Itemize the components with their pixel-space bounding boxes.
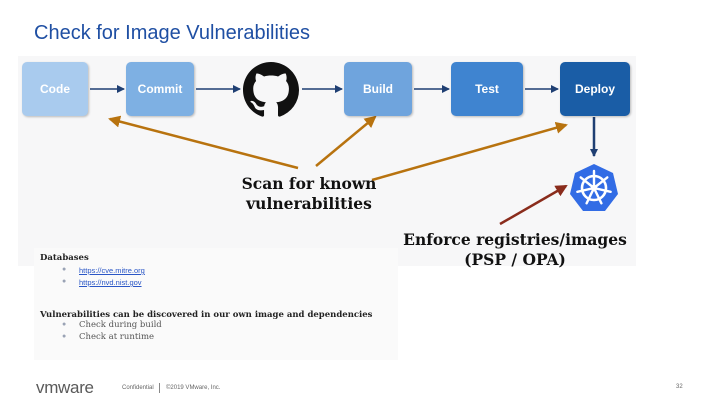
enforce-callout-line2: (PSP / OPA): [464, 250, 566, 269]
enforce-callout-line1: Enforce registries/images: [403, 230, 627, 249]
bullet-icon: ●: [62, 278, 67, 285]
enforce-callout: Enforce registries/images (PSP / OPA): [393, 230, 637, 270]
copyright-text: ©2019 VMware, Inc.: [166, 385, 221, 391]
scan-arrow-deploy: [371, 121, 568, 182]
check-item: Check at runtime: [79, 332, 155, 342]
check-item: Check during build: [79, 320, 162, 330]
vulnerabilities-heading: Vulnerabilities can be discovered in our…: [40, 310, 373, 320]
page-number: 32: [676, 384, 683, 390]
stage-build: Build: [344, 62, 412, 116]
stage-commit: Commit: [126, 62, 194, 116]
footer-divider: [159, 383, 160, 393]
bullet-icon: ●: [62, 321, 67, 328]
bullet-icon: ●: [62, 266, 67, 273]
link-cve-mitre[interactable]: https://cve.mitre.org: [79, 266, 145, 275]
stage-test: Test: [451, 62, 523, 116]
stage-deploy: Deploy: [560, 62, 630, 116]
stage-code: Code: [22, 62, 88, 116]
scan-callout-line1: Scan for known: [241, 174, 377, 193]
confidential-label: Confidential: [122, 385, 154, 391]
link-nvd-nist[interactable]: https://nvd.nist.gov: [79, 278, 142, 287]
vmware-logo: vmware: [36, 378, 94, 397]
scan-callout: Scan for known vulnerabilities: [236, 174, 382, 214]
notes-panel: [34, 248, 398, 360]
scan-callout-line2: vulnerabilities: [246, 194, 372, 213]
bullet-icon: ●: [62, 333, 67, 340]
scan-arrow-build: [315, 115, 377, 167]
github-octocat-icon: [243, 62, 299, 117]
enforce-arrow-k8s: [499, 184, 568, 226]
scan-arrow-code: [108, 115, 299, 170]
kubernetes-helm-icon: [570, 164, 618, 211]
databases-heading: Databases: [40, 253, 89, 263]
